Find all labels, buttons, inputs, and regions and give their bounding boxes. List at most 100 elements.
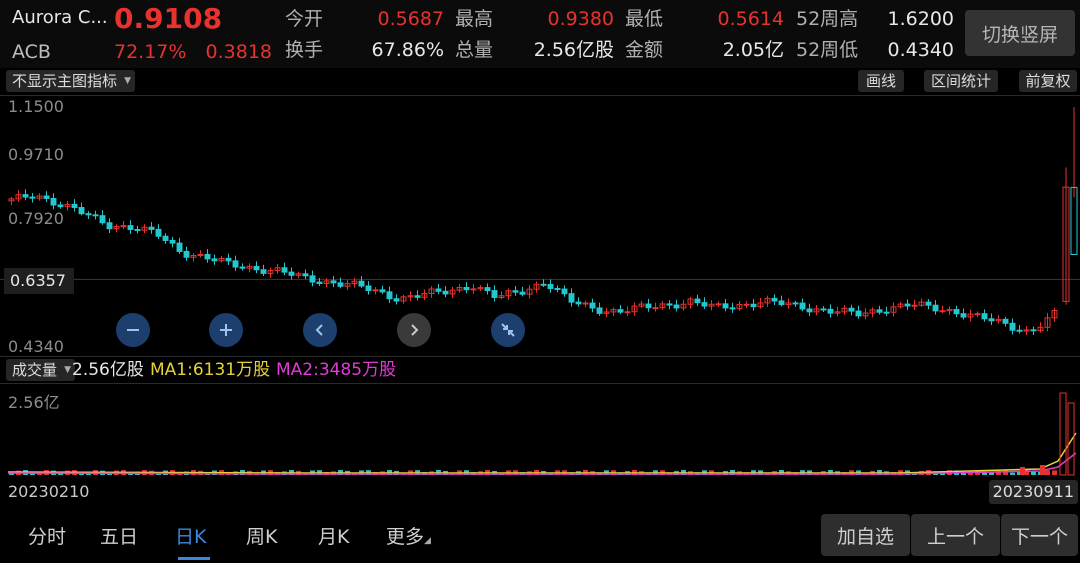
candle-body: [519, 291, 526, 295]
candle-body: [589, 302, 596, 309]
switch-portrait-button[interactable]: 切换竖屏: [965, 10, 1075, 56]
candle-body: [484, 287, 491, 292]
candle-body: [1002, 318, 1009, 324]
active-tab-indicator: [178, 557, 210, 560]
low-value: 0.5614: [717, 8, 784, 30]
candle-body: [1009, 322, 1016, 331]
draw-line-button[interactable]: 画线: [858, 70, 904, 92]
candle-body: [547, 283, 554, 289]
candle-body: [85, 213, 92, 216]
candle-body: [260, 269, 267, 274]
candle-body: [134, 228, 141, 231]
turnover-value: 67.86%: [371, 39, 444, 61]
zoom-out-button[interactable]: [116, 313, 150, 347]
candle-body: [701, 302, 708, 307]
candle-body: [729, 307, 736, 310]
kline-chart[interactable]: 1.1500 0.9710 0.7920 0.6357 0.4340: [0, 95, 1080, 357]
candle-body: [876, 309, 883, 313]
kline-svg[interactable]: [0, 95, 1080, 357]
previous-stock-button[interactable]: 上一个: [911, 514, 1000, 556]
candle-body: [393, 298, 400, 302]
collapse-button[interactable]: [491, 313, 525, 347]
candle-body: [988, 318, 995, 322]
candle-body: [281, 267, 288, 273]
tab-weekly-k[interactable]: 周K: [246, 522, 277, 549]
more-caret-icon: ◢: [424, 536, 431, 546]
candle-body: [974, 313, 981, 316]
candle-body: [981, 313, 988, 320]
tab-more-label: 更多: [386, 526, 425, 548]
zoom-in-button[interactable]: [209, 313, 243, 347]
candle-body: [162, 235, 169, 241]
volume-total: 2.56亿股: [72, 360, 144, 380]
candle-body: [435, 288, 442, 292]
tab-intraday[interactable]: 分时: [28, 522, 66, 549]
candle-body: [176, 242, 183, 252]
w52-high-value: 1.6200: [887, 8, 954, 30]
candle-body: [183, 250, 190, 258]
candle-body: [372, 289, 379, 292]
current-price-label: 0.6357: [4, 268, 74, 294]
tab-five-day[interactable]: 五日: [100, 522, 138, 549]
scroll-right-button[interactable]: [397, 313, 431, 347]
next-stock-button[interactable]: 下一个: [1001, 514, 1078, 556]
tab-monthly-k[interactable]: 月K: [318, 522, 349, 549]
candle-body: [792, 302, 799, 305]
volume-bar: [1020, 467, 1025, 475]
candle-body: [379, 289, 386, 293]
quote-header: Aurora C... 0.9108 ACB 72.17% 0.3818 今开 …: [0, 0, 1080, 68]
candle-body: [302, 273, 309, 277]
candle-body: [169, 239, 176, 244]
volume-chart[interactable]: 2.56亿: [0, 383, 1080, 481]
candle-body: [575, 301, 582, 305]
sub-indicator-select[interactable]: 成交量 ▼: [6, 359, 76, 381]
candle-body: [204, 253, 211, 260]
candle-body: [911, 304, 918, 307]
y-axis-label-upper: 0.9710: [8, 145, 64, 164]
volume-bar: [1052, 470, 1057, 475]
change-percent: 72.17%: [114, 41, 187, 63]
open-value: 0.5687: [377, 8, 444, 30]
add-watchlist-button[interactable]: 加自选: [821, 514, 910, 556]
candle-body: [253, 265, 260, 271]
w52-low-label: 52周低: [796, 39, 859, 61]
y-axis-label-min: 0.4340: [8, 337, 64, 356]
candle-body: [771, 297, 778, 302]
candle-body: [855, 310, 862, 317]
candle-body: [960, 313, 967, 318]
candle-body: [554, 287, 561, 290]
range-stats-button[interactable]: 区间统计: [924, 70, 998, 92]
candle-body: [1030, 329, 1037, 332]
main-indicator-select[interactable]: 不显示主图指标 ▼: [6, 70, 136, 92]
sub-indicator-label: 成交量: [12, 361, 58, 379]
candle-body: [827, 308, 834, 314]
candle-body: [666, 303, 673, 306]
candle-body: [148, 226, 155, 230]
volume-bar: [1010, 472, 1015, 475]
volume-bar: [1031, 471, 1036, 475]
high-value: 0.9380: [547, 8, 614, 30]
dropdown-caret-icon: ▼: [64, 365, 72, 375]
candle-body: [358, 280, 365, 287]
adjust-button[interactable]: 前复权: [1019, 70, 1077, 92]
candle-body: [330, 280, 337, 284]
volume-label: 总量: [455, 39, 494, 61]
tab-daily-k[interactable]: 日K: [175, 522, 206, 549]
dropdown-caret-icon: ▼: [124, 76, 132, 86]
chevron-right-icon: [411, 324, 419, 336]
candle-body: [442, 290, 449, 295]
tab-more[interactable]: 更多◢: [386, 522, 431, 549]
ma1-line: [7, 432, 1077, 474]
candle-body: [22, 194, 29, 198]
candle-body: [50, 197, 57, 206]
ticker-symbol: ACB: [12, 41, 51, 63]
candle-body: [225, 257, 232, 262]
high-label: 最高: [455, 8, 494, 30]
change-amount: 0.3818: [205, 41, 272, 63]
candle-body: [491, 290, 498, 298]
candle-body: [673, 304, 680, 309]
candle-body: [337, 282, 344, 287]
candle-body: [29, 196, 36, 199]
scroll-left-button[interactable]: [303, 313, 337, 347]
w52-low-value: 0.4340: [887, 39, 954, 61]
